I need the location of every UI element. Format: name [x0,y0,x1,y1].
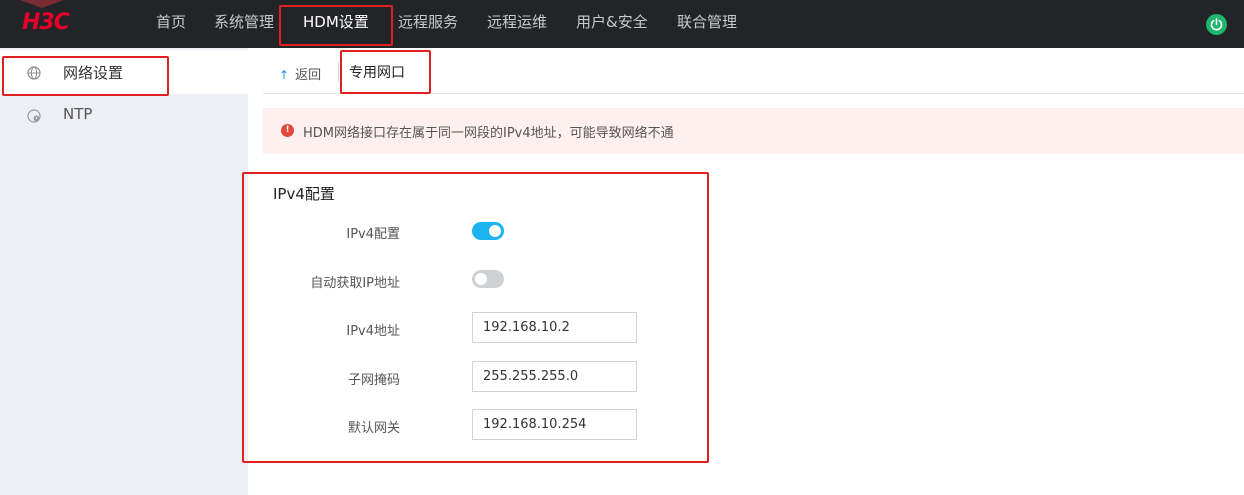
nav-item-remote-ops[interactable]: 远程运维 [487,0,547,48]
tab-dedicated-port[interactable]: 专用网口 [349,62,405,82]
ipv4-enable-toggle[interactable] [472,222,504,240]
globe-icon [27,65,41,80]
nav-item-home[interactable]: 首页 [156,0,186,48]
section-title: IPv4配置 [273,185,335,203]
alert-text: HDM网络接口存在属于同一网段的IPv4地址，可能导致网络不通 [303,126,674,141]
gateway-input[interactable]: 192.168.10.254 [472,409,637,440]
sidebar-item-label: 网络设置 [63,64,124,82]
dhcp-toggle[interactable] [472,270,504,288]
ipv4-enable-label: IPv4配置 [346,227,400,242]
gateway-label: 默认网关 [347,421,400,436]
sidebar-item-network-settings[interactable]: 网络设置 [0,50,248,94]
logo-mark [20,0,64,8]
sidebar-item-label: NTP [63,105,93,123]
nav-item-user-security[interactable]: 用户&安全 [576,0,648,48]
dhcp-label: 自动获取IP地址 [310,276,400,291]
back-button[interactable]: ↑ 返回 [279,64,321,83]
nav-item-hdm-settings[interactable]: HDM设置 [303,0,369,48]
power-icon[interactable] [1206,14,1227,35]
clock-globe-icon [27,108,41,123]
sidebar-item-ntp[interactable]: NTP [0,93,248,137]
netmask-input[interactable]: 255.255.255.0 [472,361,637,392]
ipv4-address-input[interactable]: 192.168.10.2 [472,312,637,343]
nav-item-system[interactable]: 系统管理 [214,0,274,48]
tab-divider [338,62,339,82]
sidebar: 网络设置 NTP [0,48,248,495]
toggle-knob [475,273,487,285]
ipv4-address-label: IPv4地址 [346,324,400,339]
toggle-knob [489,225,501,237]
netmask-label: 子网掩码 [347,373,400,388]
back-arrow-icon: ↑ [279,68,290,82]
tab-bar: ↑ 返回 专用网口 [263,48,1244,94]
h3c-logo: H3C [22,10,70,35]
info-icon: ! [281,124,294,137]
nav-item-federation[interactable]: 联合管理 [677,0,737,48]
nav-item-remote-service[interactable]: 远程服务 [398,0,458,48]
back-label: 返回 [295,68,322,83]
top-nav-bar: H3C 首页 系统管理 HDM设置 远程服务 远程运维 用户&安全 联合管理 [0,0,1244,48]
warning-alert: ! HDM网络接口存在属于同一网段的IPv4地址，可能导致网络不通 [263,108,1244,154]
